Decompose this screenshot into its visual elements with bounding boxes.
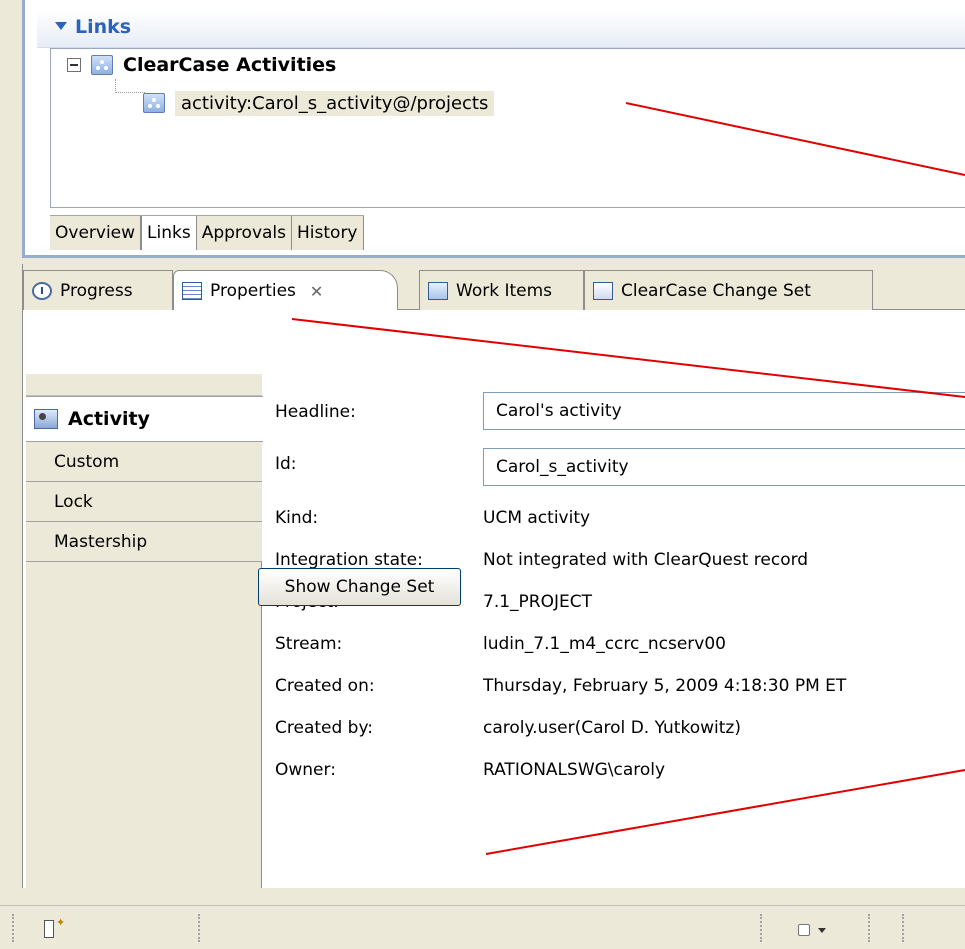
view-tab-bar: Progress Properties ✕ Work Items ClearCa… [23,264,965,311]
status-grip [902,914,905,942]
side-tab-label: Custom [54,451,120,472]
status-grip [12,914,15,942]
side-tab-activity[interactable]: Activity [26,396,263,442]
change-set-icon [593,281,613,300]
tab-overview[interactable]: Overview [50,216,142,250]
heap-status-icon[interactable] [798,924,810,936]
tab-clearcase-change-set[interactable]: ClearCase Change Set [584,270,873,310]
headline-label: Headline: [275,402,356,422]
status-grip [760,914,763,942]
property-side-tabs: Activity Custom Lock Mastership [26,374,263,888]
tab-properties[interactable]: Properties ✕ [173,270,398,311]
status-bar: ✦ [0,905,965,949]
created-by-value: caroly.user(Carol D. Yutkowitz) [483,718,741,738]
activity-icon [34,409,58,429]
side-tab-mastership[interactable]: Mastership [26,522,262,562]
stream-value: ludin_7.1_m4_ccrc_ncserv00 [483,634,726,654]
kind-label: Kind: [275,508,319,528]
project-value: 7.1_PROJECT [483,592,592,612]
created-by-label: Created by: [275,718,374,738]
properties-view: Progress Properties ✕ Work Items ClearCa… [22,264,965,888]
side-tab-custom[interactable]: Custom [26,442,262,482]
fast-view-icon[interactable] [44,920,54,938]
close-icon[interactable]: ✕ [310,282,323,301]
headline-field[interactable]: Carol's activity [483,392,965,430]
collapse-toggle-icon[interactable] [67,58,81,72]
status-grip [198,914,201,942]
progress-icon [32,281,52,300]
editor-pane: Links ClearCase Activities activity:Caro… [22,0,965,258]
fast-view-star-icon: ✦ [56,916,66,929]
tree-node-activity[interactable]: activity:Carol_s_activity@/projects [143,89,495,117]
tab-approvals[interactable]: Approvals [196,216,293,250]
tab-links[interactable]: Links [141,216,197,250]
properties-body: Activity Custom Lock Mastership Headline… [23,310,965,888]
tab-change-set-label: ClearCase Change Set [621,280,811,301]
tab-work-items-label: Work Items [456,280,553,301]
integration-state-value: Not integrated with ClearQuest record [483,550,809,570]
tab-work-items[interactable]: Work Items [419,270,584,310]
tab-progress-label: Progress [60,280,133,301]
clearcase-activities-icon [91,55,113,75]
links-section-title: Links [75,16,132,38]
chevron-down-icon[interactable] [818,928,826,933]
id-label: Id: [275,454,297,474]
activity-icon [143,93,165,113]
side-tabs-top [26,374,262,396]
links-section-header[interactable]: Links [37,10,965,48]
show-change-set-button[interactable]: Show Change Set [258,568,461,606]
owner-value: RATIONALSWG\caroly [483,760,666,780]
properties-icon [182,282,202,300]
links-tree: ClearCase Activities activity:Carol_s_ac… [50,48,965,208]
tree-node-label: activity:Carol_s_activity@/projects [175,90,495,116]
tree-node-clearcase-activities[interactable]: ClearCase Activities [67,51,336,79]
id-field[interactable]: Carol_s_activity [483,448,965,486]
tab-progress[interactable]: Progress [23,270,173,310]
kind-value: UCM activity [483,508,591,528]
tree-node-label: ClearCase Activities [123,54,337,76]
editor-page-tabs: Overview Links Approvals History [50,215,364,251]
side-tab-label: Lock [54,491,93,512]
stream-label: Stream: [275,634,343,654]
owner-label: Owner: [275,760,336,780]
tab-properties-label: Properties [210,281,296,301]
created-on-label: Created on: [275,676,375,696]
tab-history[interactable]: History [292,216,364,250]
work-items-icon [428,281,448,300]
editor-left-gutter [0,0,22,258]
side-tab-lock[interactable]: Lock [26,482,262,522]
side-tab-label: Mastership [54,531,148,552]
tree-connector [115,79,145,93]
collapse-twistie-icon[interactable] [55,22,67,30]
side-tab-label: Activity [68,408,150,430]
created-on-value: Thursday, February 5, 2009 4:18:30 PM ET [483,676,847,696]
status-grip [868,914,871,942]
